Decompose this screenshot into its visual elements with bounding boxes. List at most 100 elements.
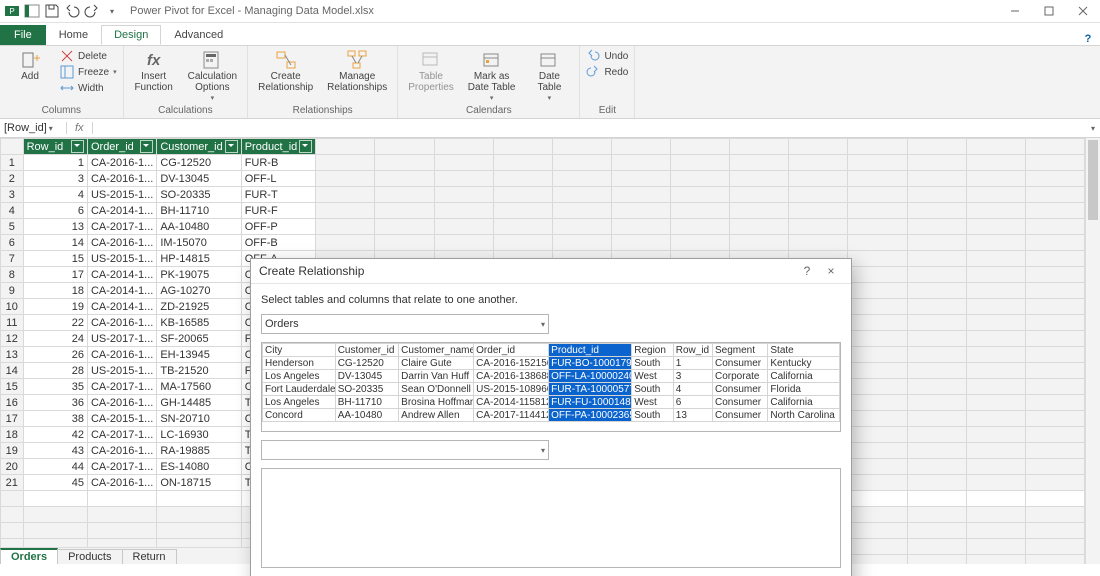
cell[interactable]: 45 (23, 475, 87, 491)
minimize-button[interactable] (998, 0, 1032, 22)
dialog-help-button[interactable]: ? (795, 264, 819, 278)
date-table-button[interactable]: Date Table ▾ (525, 48, 573, 104)
cell[interactable]: FUR-B (241, 155, 316, 171)
cell[interactable]: 14 (23, 235, 87, 251)
cell[interactable]: CA-2016-1... (87, 475, 156, 491)
preview-header[interactable]: City (263, 344, 336, 357)
preview-cell[interactable]: Andrew Allen (399, 409, 474, 422)
preview-cell[interactable]: CA-2016-152156 (474, 357, 549, 370)
cell[interactable]: IM-15070 (157, 235, 241, 251)
cell[interactable]: 19 (23, 299, 87, 315)
row-header[interactable]: 7 (1, 251, 24, 267)
cell[interactable]: 24 (23, 331, 87, 347)
row-header[interactable]: 20 (1, 459, 24, 475)
preview-cell[interactable]: Florida (768, 383, 840, 396)
cell[interactable]: CA-2016-1... (87, 171, 156, 187)
col-header[interactable]: Order_id (91, 141, 134, 153)
cell[interactable]: CA-2016-1... (87, 155, 156, 171)
preview-cell[interactable]: 4 (673, 383, 712, 396)
cell[interactable]: 13 (23, 219, 87, 235)
redo-icon[interactable] (84, 3, 100, 19)
preview-cell[interactable]: Consumer (713, 396, 768, 409)
cell[interactable]: RA-19885 (157, 443, 241, 459)
table1-combo[interactable]: Orders▾ (261, 314, 549, 334)
mark-date-table-button[interactable]: Mark as Date Table ▾ (464, 48, 520, 104)
create-relationship-button[interactable]: Create Relationship (254, 48, 317, 95)
sheet-tab-orders[interactable]: Orders (0, 548, 58, 564)
cell[interactable]: CA-2014-1... (87, 203, 156, 219)
cell[interactable]: 26 (23, 347, 87, 363)
dialog-close-button[interactable]: × (819, 264, 843, 278)
cell[interactable]: CA-2017-1... (87, 219, 156, 235)
row-header[interactable]: 16 (1, 395, 24, 411)
cell[interactable]: 35 (23, 379, 87, 395)
row-header[interactable]: 4 (1, 203, 24, 219)
cell[interactable]: 15 (23, 251, 87, 267)
row-header[interactable]: 12 (1, 331, 24, 347)
save-icon[interactable] (44, 3, 60, 19)
preview-cell[interactable]: Brosina Hoffman (399, 396, 474, 409)
cell[interactable]: ON-18715 (157, 475, 241, 491)
cell[interactable]: 6 (23, 203, 87, 219)
cell[interactable]: CA-2017-1... (87, 427, 156, 443)
preview-cell[interactable]: West (632, 370, 674, 383)
preview-header[interactable]: Order_id (474, 344, 549, 357)
preview-cell[interactable]: DV-13045 (335, 370, 398, 383)
preview-cell[interactable]: 3 (673, 370, 712, 383)
cell[interactable]: CA-2014-1... (87, 283, 156, 299)
cell[interactable]: EH-13945 (157, 347, 241, 363)
cell[interactable]: 18 (23, 283, 87, 299)
cell[interactable]: US-2015-1... (87, 363, 156, 379)
preview-cell[interactable]: FUR-FU-10001487 (549, 396, 632, 409)
preview-header[interactable]: Region (632, 344, 674, 357)
cell[interactable]: AA-10480 (157, 219, 241, 235)
filter-icon[interactable] (140, 140, 153, 153)
manage-relationships-button[interactable]: Manage Relationships (323, 48, 391, 95)
row-header[interactable]: 10 (1, 299, 24, 315)
undo-button[interactable]: Undo (586, 48, 628, 64)
preview-cell[interactable]: California (768, 396, 840, 409)
table2-combo[interactable]: ▾ (261, 440, 549, 460)
cell[interactable]: CA-2017-1... (87, 459, 156, 475)
qat-customize-icon[interactable]: ▾ (104, 3, 120, 19)
preview-cell[interactable]: CG-12520 (335, 357, 398, 370)
cell[interactable]: OFF-L (241, 171, 316, 187)
preview-cell[interactable]: South (632, 383, 674, 396)
preview-cell[interactable]: 1 (673, 357, 712, 370)
delete-button[interactable]: Delete (60, 48, 107, 64)
row-header[interactable]: 6 (1, 235, 24, 251)
preview-cell[interactable]: SO-20335 (335, 383, 398, 396)
preview-cell[interactable]: Sean O'Donnell (399, 383, 474, 396)
preview-cell[interactable]: Kentucky (768, 357, 840, 370)
cell[interactable]: DV-13045 (157, 171, 241, 187)
cell[interactable]: HP-14815 (157, 251, 241, 267)
preview-header[interactable]: Customer_id (335, 344, 398, 357)
preview-cell[interactable]: FUR-TA-10000577 (549, 383, 632, 396)
preview-cell[interactable]: Darrin Van Huff (399, 370, 474, 383)
row-header[interactable]: 2 (1, 171, 24, 187)
add-column-button[interactable]: Add (6, 48, 54, 84)
preview-cell[interactable]: California (768, 370, 840, 383)
preview-cell[interactable]: West (632, 396, 674, 409)
cell[interactable]: OFF-B (241, 235, 316, 251)
preview-cell[interactable]: BH-11710 (335, 396, 398, 409)
row-header[interactable]: 17 (1, 411, 24, 427)
cell[interactable]: CA-2016-1... (87, 395, 156, 411)
preview-header[interactable]: State (768, 344, 840, 357)
row-header[interactable]: 21 (1, 475, 24, 491)
formula-expand-icon[interactable]: ▾ (1086, 124, 1100, 133)
preview-cell[interactable]: OFF-LA-10000240 (549, 370, 632, 383)
cell[interactable]: BH-11710 (157, 203, 241, 219)
preview-cell[interactable]: Consumer (713, 357, 768, 370)
vertical-scrollbar[interactable] (1085, 138, 1100, 564)
name-box-dropdown-icon[interactable]: ▾ (49, 124, 53, 133)
cell[interactable]: AG-10270 (157, 283, 241, 299)
row-header[interactable]: 3 (1, 187, 24, 203)
cell[interactable]: CA-2016-1... (87, 443, 156, 459)
cell[interactable]: SN-20710 (157, 411, 241, 427)
col-header[interactable]: Customer_id (160, 141, 222, 153)
width-button[interactable]: Width (60, 80, 104, 96)
preview-cell[interactable]: Consumer (713, 409, 768, 422)
preview-cell[interactable]: FUR-BO-10001798 (549, 357, 632, 370)
cell[interactable]: 36 (23, 395, 87, 411)
